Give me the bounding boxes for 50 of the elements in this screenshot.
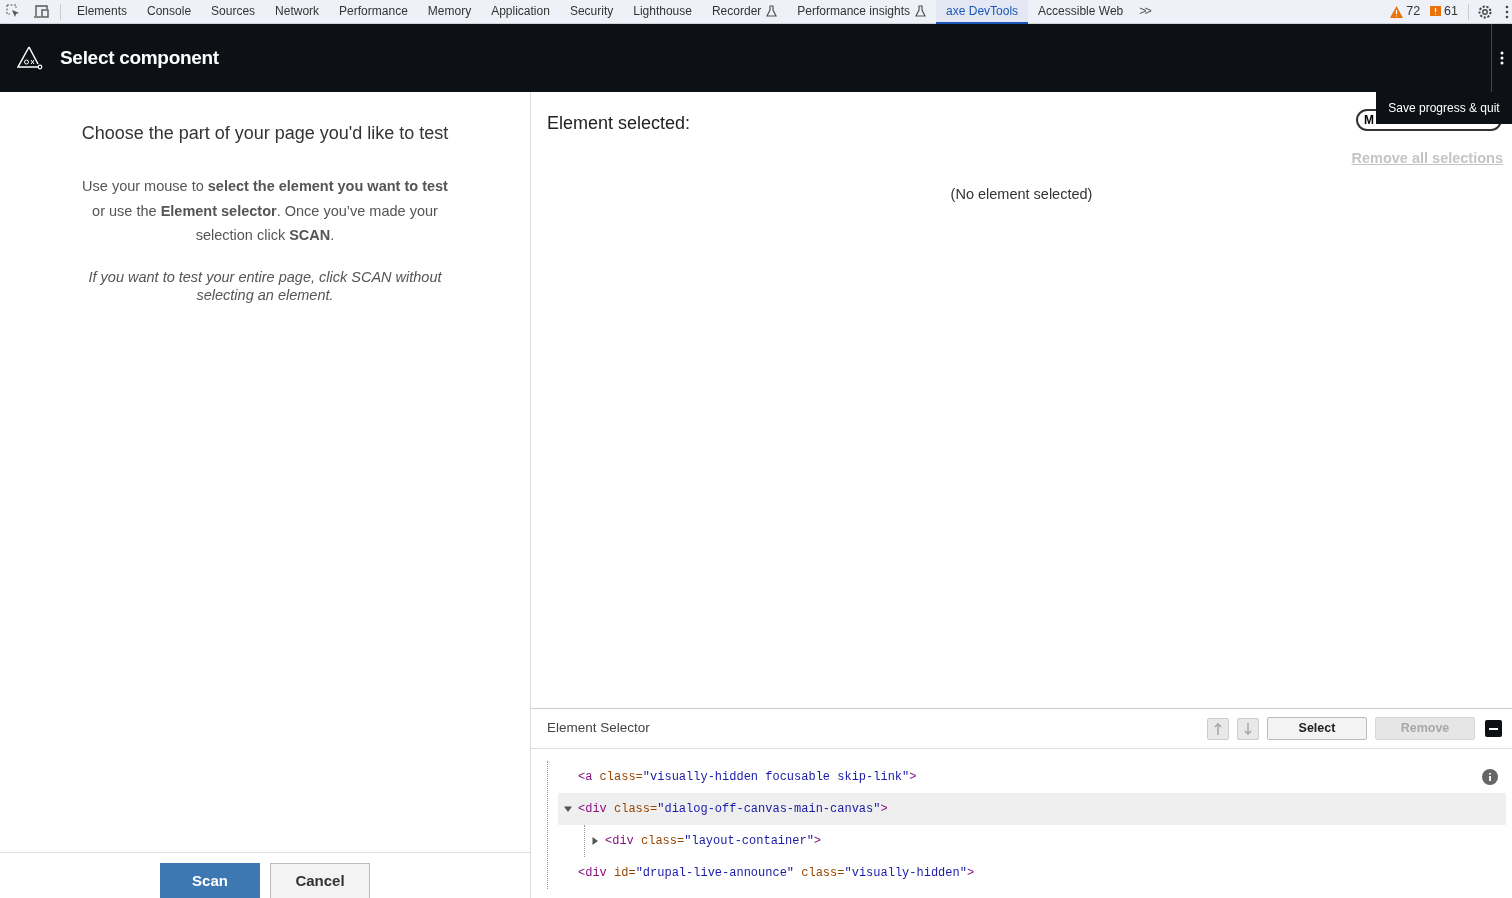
tree-row[interactable]: <div id="drupal-live-announce" class="visually-hidden"> [558, 857, 1506, 889]
devtools-tab[interactable]: axe DevTools [936, 0, 1029, 24]
counter-text: 72 [1406, 3, 1421, 21]
selection-title: Element selected: [547, 112, 691, 135]
tree-row[interactable]: <div class="layout-container"> [585, 825, 1506, 857]
empty-message: (No element selected) [949, 184, 1094, 204]
code-line: <a class="visually-hidden focusable skip-link"> [578, 769, 917, 786]
arrow-down-icon [1243, 721, 1253, 736]
more-tabs-button[interactable]: >> [1133, 2, 1156, 21]
caret-icon[interactable] [564, 805, 572, 813]
settings-icon[interactable] [1477, 3, 1493, 20]
devtools-tab[interactable]: Security [559, 0, 624, 24]
selector-button[interactable]: Select [1267, 717, 1367, 740]
caret-icon[interactable] [591, 837, 599, 845]
header-title: Select component [60, 45, 219, 70]
devtools-tab[interactable]: Performance insights [787, 0, 937, 24]
collapse-button[interactable] [1485, 720, 1502, 737]
devtools-tab[interactable]: Console [137, 0, 202, 24]
devtools-tab[interactable]: Lighthouse [623, 0, 702, 24]
panel-heading: Choose the part of your page you'd like to test [81, 122, 449, 145]
info-icon[interactable] [1482, 769, 1498, 785]
warning-icon [1390, 5, 1404, 18]
instructions-text: Use your mouse to select the element you want to test or use the Element selector. Once you’ve made your selection click SCAN. [81, 177, 449, 245]
more-icon[interactable] [1505, 4, 1509, 19]
devtools-tab[interactable]: Accessible Web [1028, 0, 1134, 24]
issue-icon [1430, 6, 1442, 17]
device-icon[interactable] [33, 4, 50, 19]
devtools-tab[interactable]: Sources [201, 0, 266, 24]
devtools-tab[interactable]: Performance [329, 0, 418, 24]
devtools-tab[interactable]: Network [265, 0, 330, 24]
code-line: <div class="dialog-off-canvas-main-canvas"> [578, 801, 888, 818]
code-line: <div id="drupal-live-announce" class="visually-hidden"> [578, 865, 975, 882]
devtools-tab[interactable]: Recorder [701, 0, 788, 24]
code-line: <div class="layout-container"> [605, 833, 822, 850]
tooltip: Save progress & quit [1376, 92, 1512, 124]
counter-text: 61 [1444, 3, 1458, 21]
scan-button[interactable]: Scan [160, 863, 260, 898]
devtools-tab[interactable]: Application [481, 0, 560, 24]
menu-icon[interactable] [1500, 51, 1504, 65]
tree-row[interactable]: <div class="dialog-off-canvas-main-canvas"> [558, 793, 1506, 825]
note-text: If you want to test your entire page, click SCAN without selecting an element. [87, 267, 443, 304]
logo-icon [17, 46, 43, 70]
inspect-icon[interactable] [6, 4, 21, 19]
tree-row[interactable]: <a class="visually-hidden focusable skip-link"> [558, 761, 1506, 793]
arrow-up-icon [1213, 721, 1223, 736]
devtools-tab[interactable]: Elements [67, 0, 138, 24]
cancel-button[interactable]: Cancel [270, 863, 370, 898]
devtools-tab[interactable]: Memory [417, 0, 482, 24]
selector-title: Element Selector [547, 719, 650, 738]
minus-icon [1489, 727, 1498, 730]
